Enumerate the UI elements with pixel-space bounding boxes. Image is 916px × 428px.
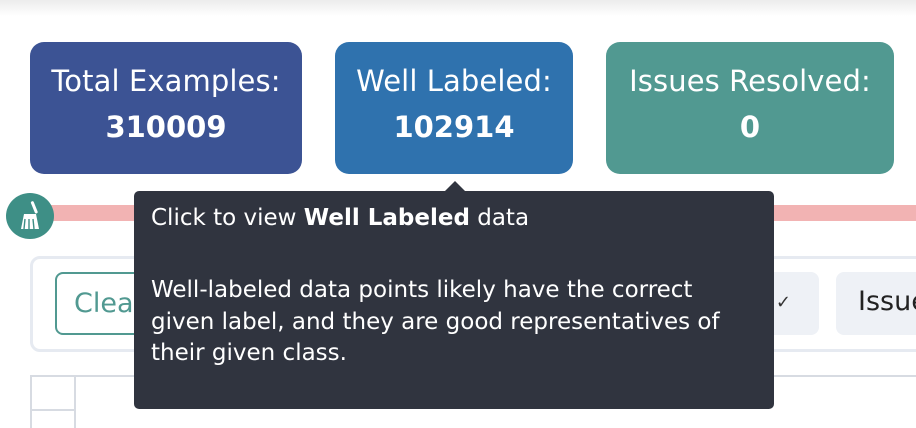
tooltip-title-prefix: Click to view xyxy=(151,205,304,231)
broom-icon xyxy=(21,201,39,230)
dashboard-page: Total Examples: 310009 Well Labeled: 102… xyxy=(0,0,916,428)
issues-resolved-label: Issues Resolved: xyxy=(629,64,871,98)
total-examples-label: Total Examples: xyxy=(51,64,281,98)
issues-filter-button[interactable]: Issues xyxy=(836,272,916,335)
well-labeled-value: 102914 xyxy=(393,110,515,144)
tooltip-title-emphasis: Well Labeled xyxy=(303,205,470,231)
well-labeled-tooltip: Click to view Well Labeled data Well-lab… xyxy=(134,191,774,409)
chevron-down-icon: ✓ xyxy=(775,292,791,313)
total-examples-value: 310009 xyxy=(105,110,227,144)
tooltip-title-suffix: data xyxy=(469,205,530,231)
total-examples-card[interactable]: Total Examples: 310009 xyxy=(30,42,302,174)
cleanlab-broom-button[interactable] xyxy=(6,193,54,239)
header-shadow xyxy=(0,0,916,16)
tooltip-description: Well-labeled data points likely have the… xyxy=(151,277,720,366)
tooltip-title: Click to view Well Labeled data xyxy=(151,203,758,234)
tooltip-arrow xyxy=(444,181,466,192)
table-row-header-column xyxy=(32,377,76,428)
table-cell-divider xyxy=(32,409,76,411)
well-labeled-card[interactable]: Well Labeled: 102914 xyxy=(335,42,573,174)
issues-resolved-value: 0 xyxy=(739,110,761,144)
issues-resolved-card[interactable]: Issues Resolved: 0 xyxy=(606,42,894,174)
well-labeled-label: Well Labeled: xyxy=(356,64,552,98)
